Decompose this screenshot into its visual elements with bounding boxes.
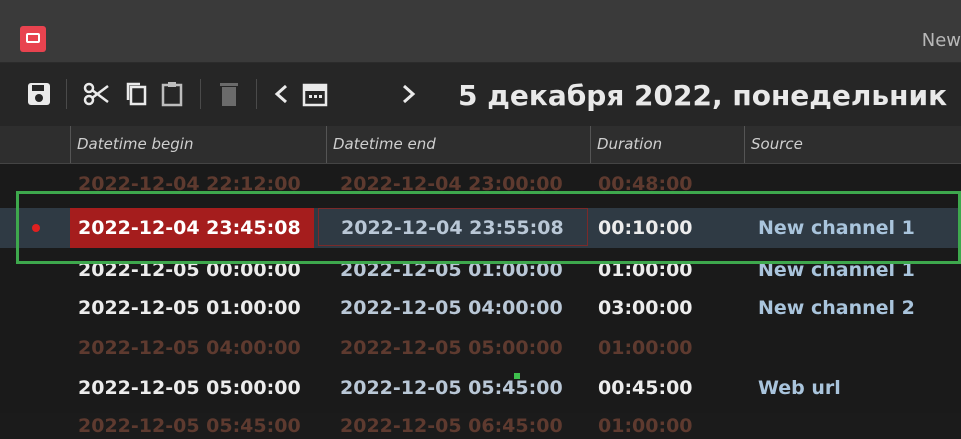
table-row[interactable]: 2022-12-05 01:00:00 2022-12-05 04:00:00 …: [0, 288, 961, 328]
toolbar-separator: [256, 79, 257, 109]
save-icon[interactable]: [26, 81, 52, 112]
cursor-marker: [514, 373, 520, 379]
cell-begin: 2022-12-05 05:45:00: [78, 415, 301, 437]
column-header-datetime-end[interactable]: Datetime end: [326, 126, 590, 163]
cell-end: 2022-12-05 06:45:00: [340, 415, 563, 437]
chevron-left-icon[interactable]: [272, 81, 290, 112]
cell-end: 2022-12-05 04:00:00: [340, 297, 563, 319]
table-row[interactable]: 2022-12-05 05:00:00 2022-12-05 05:45:00 …: [0, 368, 961, 408]
table-row[interactable]: 2022-12-05 04:00:00 2022-12-05 05:00:00 …: [0, 328, 961, 368]
cell-source: New channel 2: [758, 297, 915, 319]
cell-duration: 00:45:00: [598, 377, 693, 399]
paste-icon[interactable]: [160, 81, 184, 112]
title-bar: New: [0, 0, 961, 63]
table-header: Datetime begin Datetime end Duration Sou…: [0, 126, 961, 164]
column-header-duration[interactable]: Duration: [590, 126, 744, 163]
cell-duration: 03:00:00: [598, 297, 693, 319]
cell-duration: 01:00:00: [598, 415, 693, 437]
cell-begin: 2022-12-05 04:00:00: [78, 337, 301, 359]
table-row[interactable]: 2022-12-05 05:45:00 2022-12-05 06:45:00 …: [0, 413, 961, 439]
window-title: New: [921, 30, 961, 51]
toolbar-separator: [200, 79, 201, 109]
cell-end: 2022-12-05 05:00:00: [340, 337, 563, 359]
current-date-label[interactable]: 5 декабря 2022, понедельник: [458, 79, 947, 112]
cell-end: 2022-12-05 05:45:00: [340, 377, 563, 399]
column-header-datetime-begin[interactable]: Datetime begin: [70, 126, 326, 163]
delete-icon[interactable]: [218, 81, 240, 112]
toolbar-separator: [66, 79, 67, 109]
cell-begin: 2022-12-05 01:00:00: [78, 297, 301, 319]
toolbar: 5 декабря 2022, понедельник: [0, 63, 961, 126]
selection-highlight-box: [16, 191, 961, 264]
cell-duration: 01:00:00: [598, 337, 693, 359]
calendar-icon[interactable]: [302, 81, 328, 112]
chevron-right-icon[interactable]: [400, 81, 418, 112]
app-icon: [20, 26, 46, 52]
cell-begin: 2022-12-05 05:00:00: [78, 377, 301, 399]
column-header-source[interactable]: Source: [744, 126, 961, 163]
cut-icon[interactable]: [82, 81, 110, 112]
copy-icon[interactable]: [124, 81, 148, 112]
cell-source: Web url: [758, 377, 841, 399]
